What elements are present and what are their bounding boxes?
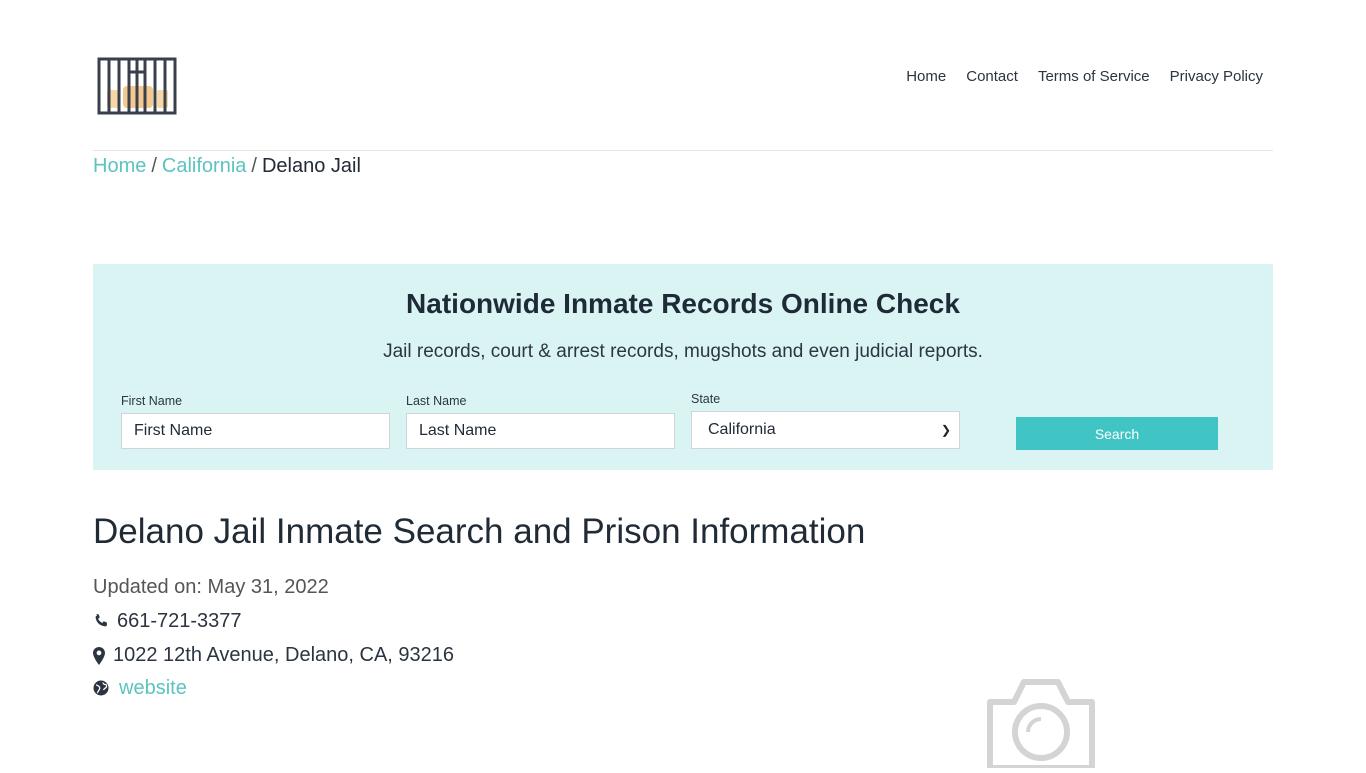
search-panel-subtitle: Jail records, court & arrest records, mu… (383, 341, 983, 362)
camera-icon (984, 676, 1098, 771)
phone-icon (93, 613, 109, 631)
phone-number: 661-721-3377 (117, 610, 242, 632)
search-button[interactable]: Search (1016, 417, 1218, 450)
site-logo[interactable] (97, 56, 179, 118)
last-name-input[interactable]: Last Name (406, 413, 675, 449)
nav-contact-link[interactable]: Contact (966, 68, 1018, 85)
breadcrumb-state-link[interactable]: California (162, 155, 246, 177)
first-name-value: First Name (134, 422, 213, 439)
breadcrumb-separator: / (251, 155, 257, 177)
state-label: State (691, 392, 721, 406)
first-name-label: First Name (121, 394, 183, 408)
state-selected-value: California (708, 421, 776, 438)
breadcrumb-current: Delano Jail (261, 155, 361, 177)
main-nav: Home Contact Terms of Service Privacy Po… (906, 68, 1263, 85)
state-select[interactable]: California ❯ (691, 411, 960, 449)
address-row: 1022 12th Avenue, Delano, CA, 93216 (93, 644, 454, 667)
last-name-value: Last Name (419, 422, 497, 439)
jail-bars-logo-icon (97, 57, 177, 115)
nav-home-link[interactable]: Home (906, 68, 946, 85)
map-marker-icon (93, 646, 105, 665)
updated-date: Updated on: May 31, 2022 (93, 576, 329, 598)
chevron-down-icon: ❯ (940, 423, 951, 437)
breadcrumb-separator: / (151, 155, 157, 177)
header-divider (93, 150, 1273, 151)
website-row: website (93, 677, 187, 700)
first-name-input[interactable]: First Name (121, 413, 390, 449)
last-name-label: Last Name (406, 394, 467, 408)
phone-row: 661-721-3377 (93, 610, 242, 633)
globe-icon (93, 680, 109, 698)
website-link[interactable]: website (119, 677, 187, 700)
breadcrumb-home-link[interactable]: Home (93, 155, 146, 177)
inmate-search-panel: Nationwide Inmate Records Online Check J… (93, 264, 1273, 470)
address-text: 1022 12th Avenue, Delano, CA, 93216 (113, 644, 455, 666)
breadcrumb: Home / California / Delano Jail (93, 155, 361, 178)
nav-privacy-link[interactable]: Privacy Policy (1170, 68, 1263, 85)
search-panel-title: Nationwide Inmate Records Online Check (406, 288, 960, 319)
nav-terms-link[interactable]: Terms of Service (1038, 68, 1150, 85)
page-title: Delano Jail Inmate Search and Prison Inf… (93, 512, 866, 551)
